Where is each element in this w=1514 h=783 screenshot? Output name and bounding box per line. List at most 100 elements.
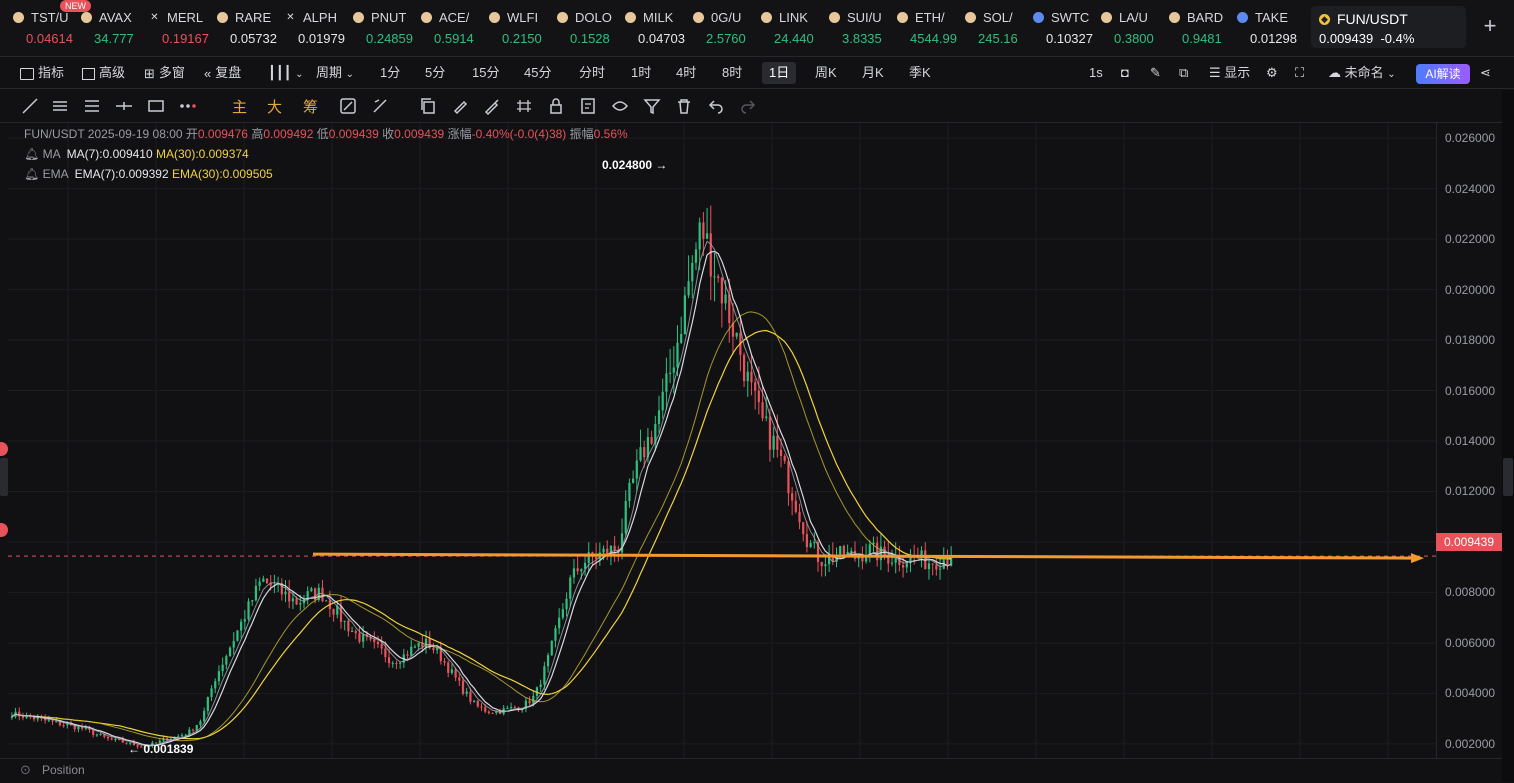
- interval-1d[interactable]: 1日: [762, 62, 797, 84]
- main-chart-toggle[interactable]: 主: [232, 96, 247, 117]
- interval-quarter[interactable]: 季K: [909, 58, 931, 88]
- note-icon[interactable]: [578, 96, 598, 116]
- grid-icon: ⊞: [144, 65, 155, 81]
- interval-8h[interactable]: 8时: [722, 58, 742, 88]
- interval-15m[interactable]: 15分: [472, 58, 499, 88]
- interval-1m[interactable]: 1分: [380, 58, 400, 88]
- drawing-toolbar: 主 大 筹: [0, 90, 1514, 123]
- horizontal-lines-icon[interactable]: [82, 96, 102, 116]
- highlighter-icon[interactable]: [482, 96, 502, 116]
- candlestick-chart[interactable]: 0.024800 →← 0.001839: [8, 123, 1436, 759]
- ticker-symbol: WLFI: [507, 9, 539, 25]
- more-tools-icon[interactable]: [178, 96, 198, 116]
- ema-label[interactable]: EMA: [43, 167, 68, 181]
- ticker-item[interactable]: DOLO 0.1528: [557, 6, 625, 52]
- lock-icon[interactable]: [546, 96, 566, 116]
- candle-body: [935, 564, 938, 570]
- left-collapse-handle[interactable]: [0, 458, 8, 496]
- ticker-item[interactable]: ✕ ALPH 0.01979: [285, 6, 353, 52]
- ticker-item[interactable]: LA/U 0.3800: [1101, 6, 1169, 52]
- ticker-item[interactable]: 0G/U 2.5760: [693, 6, 761, 52]
- ticker-item[interactable]: SWTC 0.10327: [1033, 6, 1101, 52]
- add-tab-icon[interactable]: +: [1478, 14, 1502, 38]
- trend-line-icon[interactable]: [20, 96, 40, 116]
- share-icon[interactable]: ⋖: [1480, 58, 1491, 88]
- ticker-item[interactable]: AVAX 34.777: [81, 6, 149, 52]
- advanced-button[interactable]: 高级: [82, 58, 125, 88]
- ma30-value: MA(30):0.009374: [156, 147, 249, 161]
- trash-icon[interactable]: [674, 96, 694, 116]
- price-tick-label: 0.018000: [1445, 333, 1496, 348]
- interval-45m[interactable]: 45分: [524, 58, 551, 88]
- ticker-price: 0.5914: [434, 31, 474, 46]
- candle-body: [890, 562, 894, 564]
- interval-5m[interactable]: 5分: [425, 58, 445, 88]
- candle-body: [746, 371, 749, 382]
- chips-toggle[interactable]: 筹: [303, 96, 318, 117]
- candle-body: [676, 342, 679, 368]
- chevron-down-icon[interactable]: ⊙: [20, 762, 31, 778]
- position-bar[interactable]: ⊙ Position: [0, 758, 1502, 783]
- ticker-item[interactable]: WLFI 0.2150: [489, 6, 557, 52]
- alert-marker[interactable]: [0, 523, 8, 537]
- right-scrollbar[interactable]: [1502, 90, 1514, 782]
- brush-icon[interactable]: [450, 96, 470, 116]
- ticker-item[interactable]: PNUT 0.24859: [353, 6, 421, 52]
- large-order-toggle[interactable]: 大: [267, 96, 282, 117]
- fullscreen-icon[interactable]: ⛶: [1295, 58, 1304, 88]
- camera-icon[interactable]: ◘: [1121, 58, 1129, 88]
- scroll-handle[interactable]: [1503, 458, 1513, 496]
- alert-marker[interactable]: [0, 442, 8, 456]
- chart-area[interactable]: 0.024800 → ← 0.001839: [8, 123, 1436, 782]
- ticker-item[interactable]: BARD 0.9481: [1169, 6, 1237, 52]
- ticker-item[interactable]: TST/U 0.04614: [13, 6, 81, 52]
- multi-window-button[interactable]: ⊞ 多窗: [144, 58, 185, 88]
- filter-icon[interactable]: [642, 96, 662, 116]
- interval-week[interactable]: 周K: [815, 58, 837, 88]
- candle-body: [691, 262, 694, 282]
- horizontal-ray-icon[interactable]: [114, 96, 134, 116]
- ma-label[interactable]: MA: [43, 147, 60, 161]
- ticker-item[interactable]: ✕ MERL 0.19167: [149, 6, 217, 52]
- magnet-icon[interactable]: [370, 96, 390, 116]
- ticker-symbol: BARD: [1187, 9, 1224, 25]
- bell-icon[interactable]: 🔔︎: [24, 147, 39, 161]
- layout-dropdown[interactable]: ☁ 未命名 ⌄: [1328, 58, 1396, 88]
- ticker-item[interactable]: ETH/4544.99: [897, 6, 965, 52]
- replay-button[interactable]: «复盘: [204, 58, 241, 88]
- ticker-item[interactable]: SOL/245.16: [965, 6, 1033, 52]
- ai-analysis-button[interactable]: AI解读: [1416, 64, 1470, 84]
- ticker-symbol: ETH/: [915, 9, 945, 25]
- active-ticker-tab[interactable]: ◆ FUN/USDT 0.009439 -0.4%: [1311, 6, 1466, 48]
- interval-1h[interactable]: 1时: [631, 58, 651, 88]
- settings-icon[interactable]: ⚙: [1266, 58, 1278, 88]
- pen-icon[interactable]: ✎: [1150, 58, 1161, 88]
- period-dropdown[interactable]: 周期 ⌄: [316, 58, 354, 88]
- realtime-button[interactable]: 1s: [1089, 58, 1103, 88]
- undo-icon[interactable]: [706, 96, 726, 116]
- ticker-item[interactable]: RARE 0.05732: [217, 6, 285, 52]
- display-button[interactable]: ☰ 显示: [1209, 58, 1250, 88]
- drawn-arrow-line[interactable]: [312, 552, 1414, 560]
- link-icon[interactable]: [514, 96, 534, 116]
- copy-icon[interactable]: [418, 96, 438, 116]
- ticker-item[interactable]: SUI/U 3.8335: [829, 6, 897, 52]
- price-axis[interactable]: 0.026000 0.024000 0.022000 0.020000 0.018000…: [1436, 123, 1503, 759]
- bell-icon[interactable]: 🔔︎: [24, 167, 39, 181]
- interval-month[interactable]: 月K: [862, 58, 884, 88]
- chart-type-dropdown[interactable]: ┃┃┃ ⌄: [268, 58, 304, 88]
- ticker-item[interactable]: TAKE 0.01298: [1237, 6, 1305, 52]
- rectangle-icon[interactable]: [146, 96, 166, 116]
- candle-body: [265, 578, 269, 584]
- interval-timeshare[interactable]: 分时: [579, 58, 605, 88]
- ticker-item[interactable]: ACE/0.5914: [421, 6, 489, 52]
- redo-icon[interactable]: [738, 96, 758, 116]
- eye-icon[interactable]: [610, 96, 630, 116]
- indicators-button[interactable]: 指标: [20, 58, 64, 88]
- ticker-item[interactable]: MILK 0.04703: [625, 6, 693, 52]
- external-icon[interactable]: ⧉: [1179, 58, 1188, 88]
- interval-4h[interactable]: 4时: [676, 58, 696, 88]
- edit-drawing-icon[interactable]: [338, 96, 358, 116]
- parallel-lines-icon[interactable]: [50, 96, 70, 116]
- ticker-item[interactable]: LINK 24.440: [761, 6, 829, 52]
